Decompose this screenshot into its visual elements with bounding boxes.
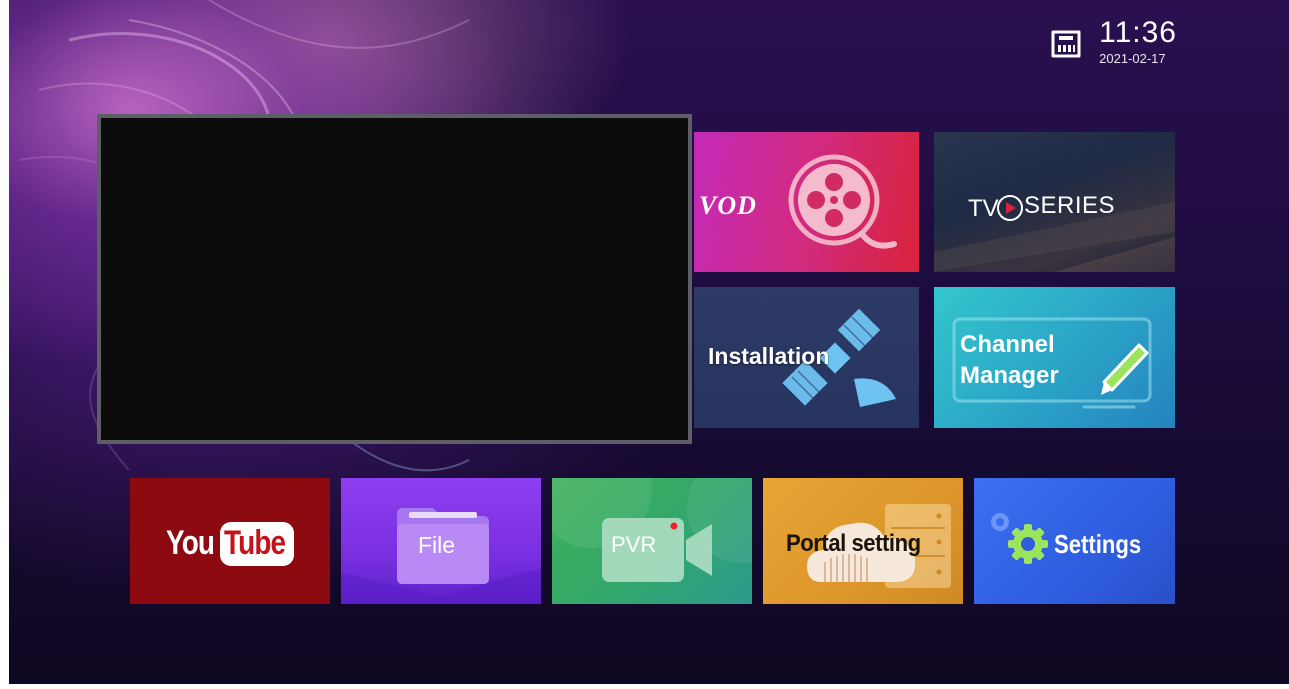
tile-pvr-label: PVR — [611, 532, 657, 557]
tile-file-label: File — [418, 532, 456, 558]
tile-tv-series[interactable]: TV SERIES — [934, 132, 1175, 272]
status-bar: 11:36 2021-02-17 — [1047, 18, 1177, 68]
tile-portal-setting[interactable]: Portal setting — [763, 478, 963, 604]
tile-tv-series-label: SERIES — [1024, 192, 1116, 219]
youtube-logo-you: You — [166, 524, 215, 562]
tile-pvr[interactable]: PVR — [552, 478, 752, 604]
tile-channel-manager[interactable]: Channel Manager — [934, 287, 1175, 428]
ethernet-icon — [1051, 30, 1081, 58]
clock: 11:36 2021-02-17 — [1099, 18, 1177, 68]
tile-settings-label: Settings — [1054, 529, 1142, 559]
tile-channel-manager-line1: Channel — [960, 331, 1055, 358]
home-screen: 11:36 2021-02-17 VOD TV SERIES Installat… — [9, 0, 1289, 684]
live-preview-window[interactable] — [97, 114, 692, 444]
tile-channel-manager-line2: Manager — [960, 362, 1059, 389]
play-circle-icon — [997, 195, 1023, 221]
youtube-logo-tube: Tube — [224, 524, 286, 562]
tile-vod[interactable]: VOD — [694, 132, 919, 272]
tile-installation-label: Installation — [708, 343, 830, 369]
tile-portal-setting-label: Portal setting — [786, 530, 921, 557]
tile-settings[interactable]: Settings — [974, 478, 1175, 604]
tile-vod-label: VOD — [699, 191, 757, 220]
clock-time: 11:36 — [1099, 16, 1177, 49]
tile-youtube[interactable]: You Tube — [130, 478, 330, 604]
tile-file[interactable]: File — [341, 478, 541, 604]
pencil-icon — [1101, 343, 1149, 395]
clock-date: 2021-02-17 — [1099, 51, 1166, 66]
tile-installation[interactable]: Installation — [694, 287, 919, 428]
tv-series-prefix: TV — [968, 195, 999, 222]
